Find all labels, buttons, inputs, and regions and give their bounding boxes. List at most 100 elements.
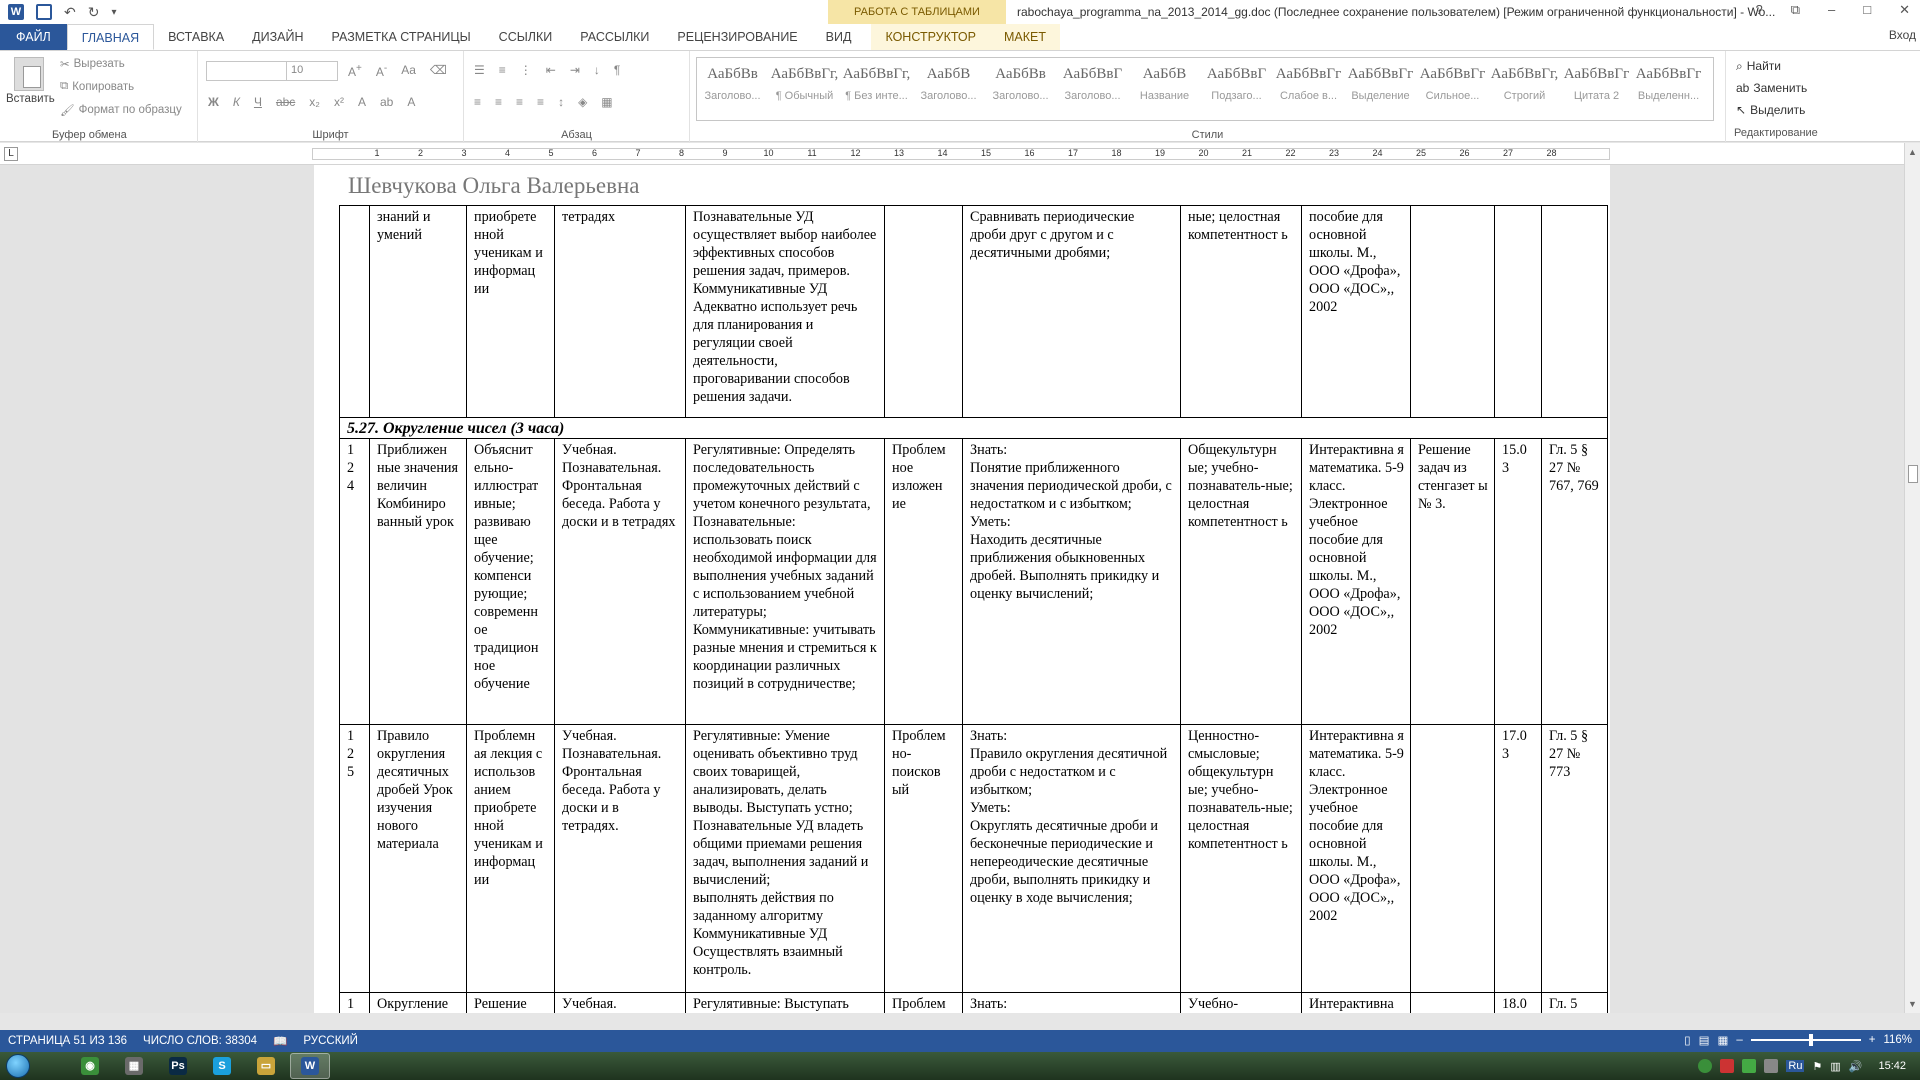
- shading-icon[interactable]: ◈: [578, 95, 587, 109]
- customize-qat-icon[interactable]: ▾: [111, 7, 116, 18]
- tab-stop-selector[interactable]: L: [4, 147, 18, 161]
- tab-insert[interactable]: ВСТАВКА: [154, 24, 238, 50]
- zoom-slider-knob[interactable]: [1808, 1034, 1813, 1046]
- style-gallery-item[interactable]: АаБбВ Название: [1129, 58, 1201, 120]
- tab-table-layout[interactable]: МАКЕТ: [990, 24, 1061, 50]
- scroll-down-icon[interactable]: ▼: [1908, 999, 1917, 1009]
- read-mode-icon[interactable]: ▯: [1684, 1033, 1690, 1047]
- redo-icon[interactable]: ↻: [88, 4, 100, 21]
- close-button[interactable]: ✕: [1899, 2, 1910, 18]
- scroll-up-icon[interactable]: ▲: [1908, 147, 1917, 157]
- tab-home[interactable]: ГЛАВНАЯ: [66, 24, 155, 50]
- page-count-status[interactable]: СТРАНИЦА 51 ИЗ 136: [0, 1035, 135, 1047]
- taskbar-app-photoshop[interactable]: Ps: [158, 1053, 198, 1079]
- zoom-slider[interactable]: [1750, 1034, 1861, 1046]
- replace-button[interactable]: ab Заменить: [1730, 77, 1920, 99]
- font-size-combobox[interactable]: 10: [286, 61, 338, 81]
- paste-button[interactable]: Вставить: [6, 55, 55, 105]
- grow-font-icon[interactable]: A+: [348, 63, 362, 79]
- maximize-button[interactable]: □: [1863, 2, 1871, 18]
- style-gallery-item[interactable]: АаБбВв Заголово...: [985, 58, 1057, 120]
- bold-icon[interactable]: Ж: [208, 95, 219, 109]
- style-gallery-item[interactable]: АаБбВвГг Сильное...: [1417, 58, 1489, 120]
- lesson-plan-table[interactable]: знаний и умений приобрете нной ученикам …: [339, 205, 1608, 1013]
- font-color-icon[interactable]: A: [407, 95, 415, 109]
- style-gallery-item[interactable]: АаБбВвГг Выделение: [1345, 58, 1417, 120]
- italic-icon[interactable]: К: [233, 95, 240, 109]
- language-status[interactable]: РУССКИЙ: [295, 1035, 366, 1047]
- find-button[interactable]: ⌕ Найти: [1730, 55, 1920, 77]
- web-layout-icon[interactable]: ▦: [1717, 1033, 1728, 1047]
- sort-icon[interactable]: ↓: [594, 63, 600, 77]
- change-case-icon[interactable]: Aa: [401, 63, 416, 79]
- network-icon[interactable]: ▥: [1830, 1060, 1840, 1073]
- taskbar-app-skype[interactable]: S: [202, 1053, 242, 1079]
- volume-icon[interactable]: 🔊: [1849, 1060, 1863, 1073]
- taskbar-app-calculator[interactable]: ▦: [114, 1053, 154, 1079]
- style-gallery-item[interactable]: АаБбВ Заголово...: [913, 58, 985, 120]
- numbering-icon[interactable]: ≡: [499, 63, 506, 77]
- tab-view[interactable]: ВИД: [812, 24, 866, 50]
- text-effects-icon[interactable]: A: [358, 95, 366, 109]
- style-gallery-item[interactable]: АаБбВвГ Заголово...: [1057, 58, 1129, 120]
- tab-table-design[interactable]: КОНСТРУКТОР: [871, 24, 990, 50]
- cut-button[interactable]: ✂ Вырезать: [60, 57, 125, 71]
- taskbar-app-chrome[interactable]: ◉: [70, 1053, 110, 1079]
- zoom-in-button[interactable]: +: [1869, 1034, 1876, 1046]
- subscript-icon[interactable]: x₂: [309, 95, 320, 109]
- tab-mailings[interactable]: РАССЫЛКИ: [566, 24, 663, 50]
- word-count-status[interactable]: ЧИСЛО СЛОВ: 38304: [135, 1035, 265, 1047]
- print-layout-icon[interactable]: ▤: [1699, 1033, 1710, 1047]
- select-button[interactable]: ↖ Выделить: [1730, 99, 1920, 121]
- document-page[interactable]: Шевчукова Ольга Валерьевна знаний и умен…: [314, 165, 1610, 1013]
- ribbon-display-options-button[interactable]: ⧉: [1791, 2, 1800, 18]
- shrink-font-icon[interactable]: A-: [376, 63, 387, 79]
- antivirus-tray-icon[interactable]: [1720, 1059, 1735, 1073]
- tab-review[interactable]: РЕЦЕНЗИРОВАНИЕ: [663, 24, 811, 50]
- clock[interactable]: 15:42: [1870, 1060, 1914, 1072]
- ruler-bar[interactable]: 1 2 3 4 5 6 7 8 9 10 11 12 13 14 15 16 17 18 19 20 21 22 23 24 2…: [312, 148, 1610, 160]
- clear-format-icon[interactable]: ⌫: [430, 63, 447, 79]
- highlight-icon[interactable]: ab: [380, 95, 393, 109]
- tab-design[interactable]: ДИЗАЙН: [238, 24, 317, 50]
- align-center-icon[interactable]: ≡: [495, 95, 502, 109]
- proofing-icon[interactable]: 📖: [265, 1034, 295, 1048]
- style-gallery-item[interactable]: АаБбВвГг, Строгий: [1489, 58, 1561, 120]
- style-gallery-item[interactable]: АаБбВвГг Цитата 2: [1561, 58, 1633, 120]
- style-gallery-item[interactable]: АаБбВвГг, ¶ Без инте...: [841, 58, 913, 120]
- font-name-combobox[interactable]: [206, 61, 290, 81]
- vertical-scrollbar[interactable]: ▲ ▼: [1904, 143, 1920, 1013]
- line-spacing-icon[interactable]: ↕: [558, 95, 564, 109]
- style-gallery-item[interactable]: АаБбВвГг, ¶ Обычный: [769, 58, 841, 120]
- tab-file[interactable]: ФАЙЛ: [0, 24, 67, 50]
- format-painter-button[interactable]: 🖌 Формат по образцу: [60, 103, 182, 117]
- keyboard-language-indicator[interactable]: Ru: [1786, 1060, 1805, 1072]
- decrease-indent-icon[interactable]: ⇤: [546, 63, 556, 77]
- pilcrow-icon[interactable]: ¶: [614, 63, 620, 77]
- word-app-icon[interactable]: W: [8, 4, 24, 20]
- bullets-icon[interactable]: ☰: [474, 63, 485, 77]
- style-gallery-item[interactable]: АаБбВвГ Подзаго...: [1201, 58, 1273, 120]
- taskbar-app-word[interactable]: W: [290, 1053, 330, 1079]
- underline-icon[interactable]: Ч: [254, 95, 262, 109]
- superscript-icon[interactable]: x²: [334, 95, 344, 109]
- save-icon[interactable]: [36, 4, 52, 20]
- tab-page-layout[interactable]: РАЗМЕТКА СТРАНИЦЫ: [318, 24, 485, 50]
- start-button[interactable]: [0, 1052, 36, 1080]
- strikethrough-icon[interactable]: abc: [276, 95, 295, 109]
- flag-icon[interactable]: ⚑: [1812, 1060, 1822, 1073]
- copy-button[interactable]: ⧉ Копировать: [60, 80, 134, 93]
- taskbar-app-explorer[interactable]: ▭: [246, 1053, 286, 1079]
- justify-icon[interactable]: ≡: [537, 95, 544, 109]
- borders-icon[interactable]: ▦: [601, 95, 612, 109]
- network-manager-tray-icon[interactable]: [1742, 1059, 1757, 1073]
- zoom-level[interactable]: 116%: [1883, 1034, 1912, 1046]
- style-gallery-item[interactable]: АаБбВвГг Слабое в...: [1273, 58, 1345, 120]
- zoom-out-button[interactable]: –: [1736, 1034, 1742, 1046]
- tab-references[interactable]: ССЫЛКИ: [485, 24, 567, 50]
- align-left-icon[interactable]: ≡: [474, 95, 481, 109]
- update-tray-icon[interactable]: [1764, 1059, 1779, 1073]
- align-right-icon[interactable]: ≡: [516, 95, 523, 109]
- minimize-button[interactable]: –: [1828, 2, 1835, 18]
- multilevel-list-icon[interactable]: ⋮: [520, 63, 532, 77]
